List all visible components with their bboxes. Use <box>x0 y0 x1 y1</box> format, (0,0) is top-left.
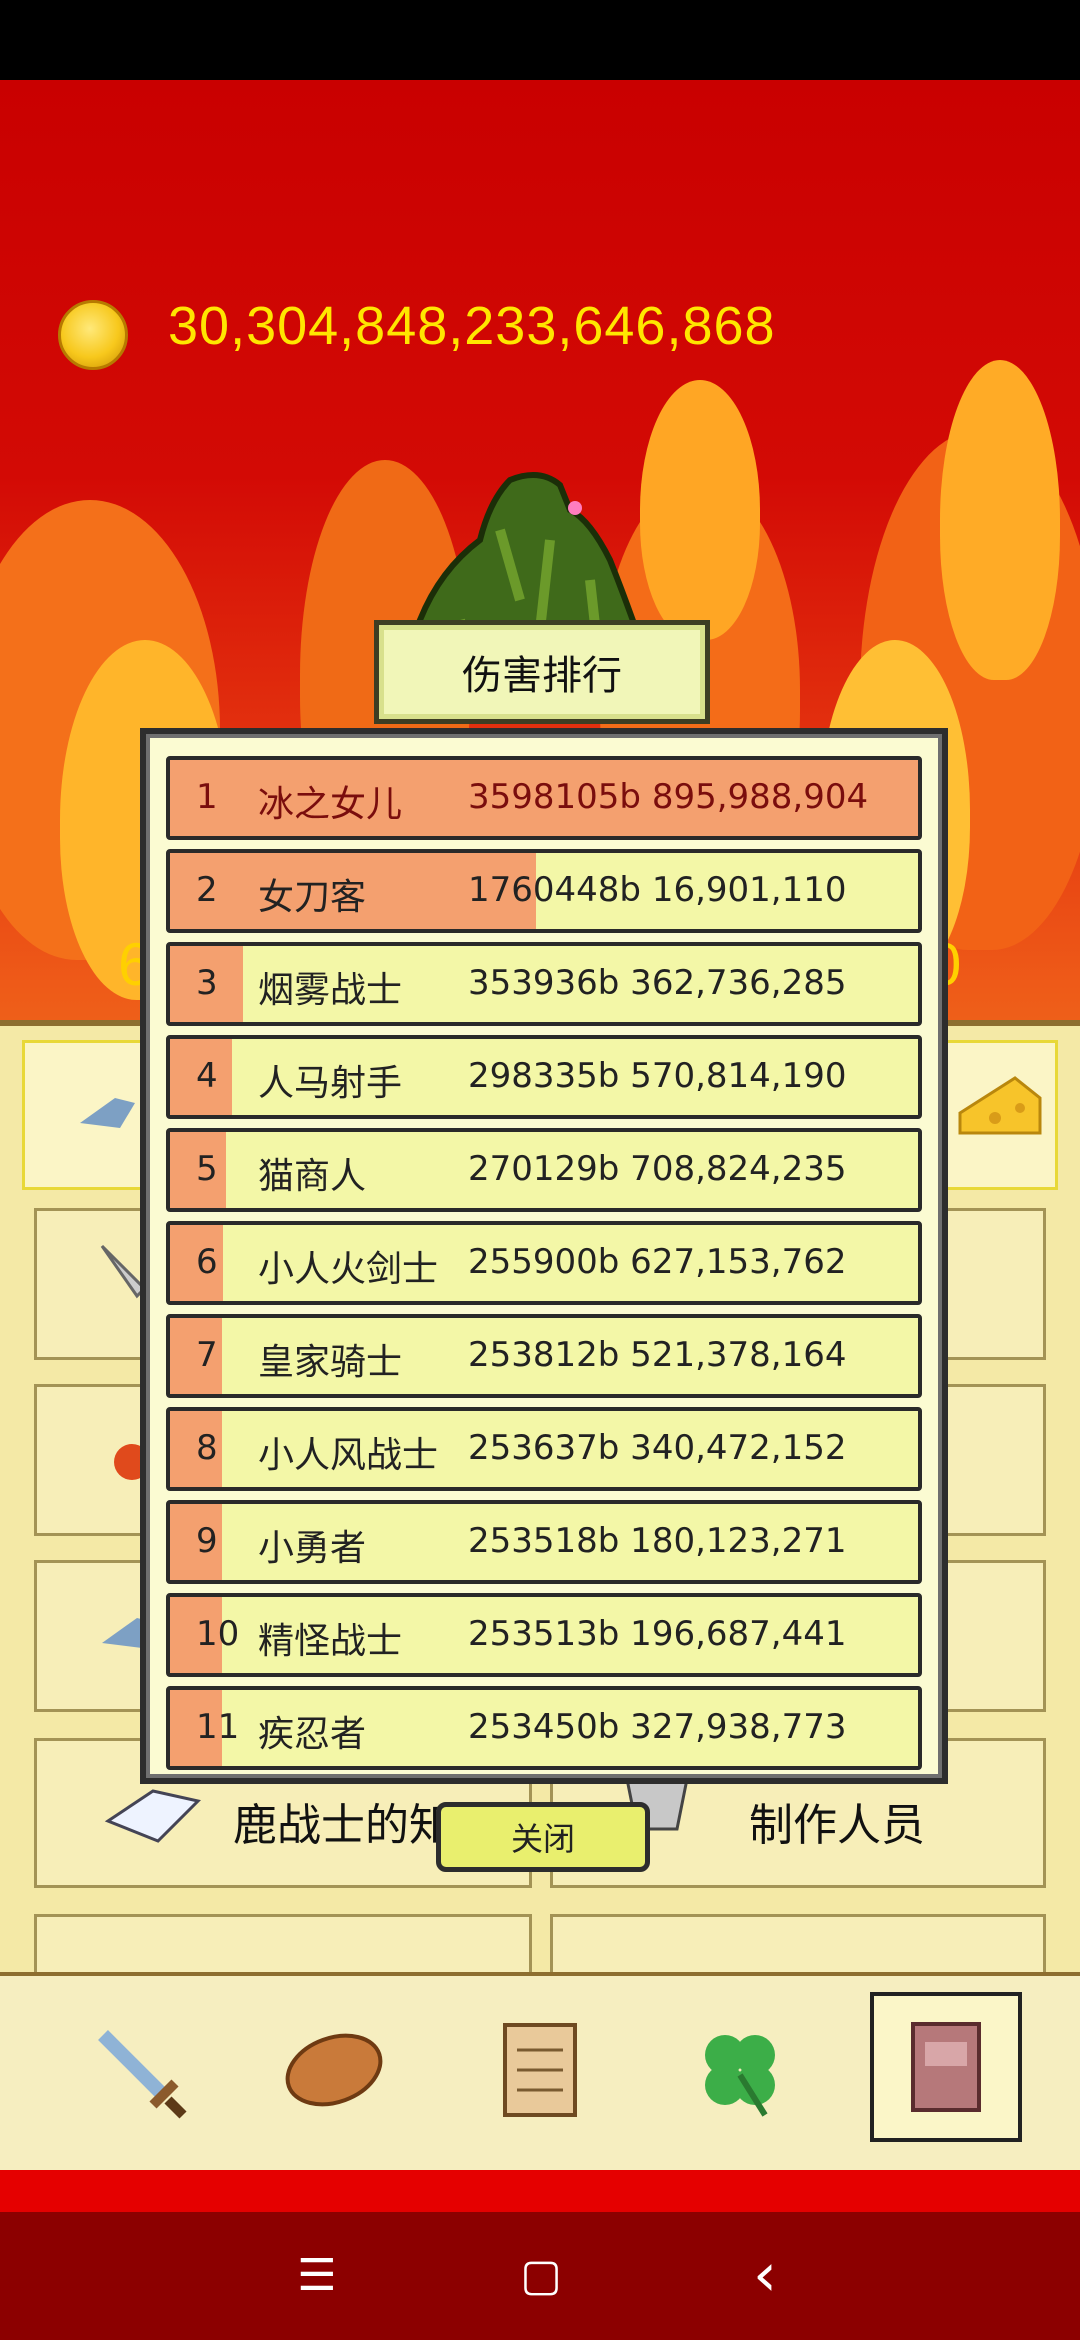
row-score: 353936b 362,736,285 <box>468 963 847 1003</box>
tool-scroll[interactable] <box>470 2000 610 2140</box>
ranking-row[interactable]: 4 人马射手 298335b 570,814,190 <box>166 1035 922 1119</box>
menu-nav-button[interactable]: ☰ <box>282 2240 352 2310</box>
book-icon <box>911 2022 981 2112</box>
gold-amount: 30,304,848,233,646,868 <box>168 296 776 356</box>
gold-coin-icon <box>58 300 128 370</box>
tool-book[interactable] <box>870 1992 1022 2142</box>
ranking-row[interactable]: 5 猫商人 270129b 708,824,235 <box>166 1128 922 1212</box>
row-rank: 2 <box>196 870 218 910</box>
back-nav-button[interactable]: ‹ <box>730 2240 800 2310</box>
row-name: 人马射手 <box>258 1063 403 1104</box>
ranking-row[interactable]: 3 烟雾战士 353936b 362,736,285 <box>166 942 922 1026</box>
status-bar <box>0 0 1080 80</box>
sword-icon <box>98 2030 187 2119</box>
row-score: 253812b 521,378,164 <box>468 1335 847 1375</box>
row-rank: 6 <box>196 1242 218 1282</box>
row-name: 猫商人 <box>258 1156 367 1197</box>
row-score: 1760448b 16,901,110 <box>468 870 847 910</box>
row-rank: 7 <box>196 1335 218 1375</box>
row-name: 疾忍者 <box>258 1714 367 1755</box>
row-rank: 3 <box>196 963 218 1003</box>
modal-title: 伤害排行 <box>374 620 710 724</box>
ranking-row[interactable]: 6 小人火剑士 255900b 627,153,762 <box>166 1221 922 1305</box>
row-score: 255900b 627,153,762 <box>468 1242 847 1282</box>
ranking-row[interactable]: 9 小勇者 253518b 180,123,271 <box>166 1500 922 1584</box>
row-rank: 5 <box>196 1149 218 1189</box>
clover-icon <box>705 2035 775 2117</box>
row-name: 小勇者 <box>258 1528 367 1569</box>
ranking-row[interactable]: 10 精怪战士 253513b 196,687,441 <box>166 1593 922 1677</box>
row-score: 3598105b 895,988,904 <box>468 777 869 817</box>
cheese-icon <box>958 1076 1042 1135</box>
row-score: 270129b 708,824,235 <box>468 1149 847 1189</box>
ranking-row[interactable]: 2 女刀客 1760448b 16,901,110 <box>166 849 922 933</box>
tool-bread[interactable] <box>264 2000 404 2140</box>
row-name: 小人火剑士 <box>258 1249 439 1290</box>
row-name: 精怪战士 <box>258 1621 403 1662</box>
row-rank: 1 <box>196 777 218 817</box>
row-score: 298335b 570,814,190 <box>468 1056 847 1096</box>
tool-sword[interactable] <box>68 2000 208 2140</box>
flame <box>940 360 1060 680</box>
row-name: 烟雾战士 <box>258 970 403 1011</box>
bread-icon <box>285 2033 383 2107</box>
row-score: 253450b 327,938,773 <box>468 1707 847 1747</box>
ranking-row[interactable]: 7 皇家骑士 253812b 521,378,164 <box>166 1314 922 1398</box>
red-strip <box>0 2170 1080 2212</box>
row-rank: 8 <box>196 1428 218 1468</box>
row-name: 冰之女儿 <box>258 784 403 825</box>
fish-icon <box>80 1098 135 1128</box>
credits-label: 制作人员 <box>749 1800 925 1851</box>
row-rank: 11 <box>196 1707 240 1747</box>
row-score: 253637b 340,472,152 <box>468 1428 847 1468</box>
ranking-row[interactable]: 8 小人风战士 253637b 340,472,152 <box>166 1407 922 1491</box>
row-rank: 4 <box>196 1056 218 1096</box>
row-score: 253518b 180,123,271 <box>468 1521 847 1561</box>
row-name: 小人风战士 <box>258 1435 439 1476</box>
tool-clover[interactable] <box>670 2000 810 2140</box>
ranking-row[interactable]: 1 冰之女儿 3598105b 895,988,904 <box>166 756 922 840</box>
scroll-icon <box>503 2023 577 2117</box>
home-nav-button[interactable]: ▢ <box>506 2240 576 2310</box>
row-rank: 10 <box>196 1614 240 1654</box>
ranking-row[interactable]: 11 疾忍者 253450b 327,938,773 <box>166 1686 922 1770</box>
row-name: 皇家骑士 <box>258 1342 403 1383</box>
row-name: 女刀客 <box>258 877 367 918</box>
damage-ranking-modal: 1 冰之女儿 3598105b 895,988,904 2 女刀客 1760448b 16… <box>140 728 948 1784</box>
row-rank: 9 <box>196 1521 218 1561</box>
row-score: 253513b 196,687,441 <box>468 1614 847 1654</box>
close-button[interactable]: 关闭 <box>436 1802 650 1872</box>
